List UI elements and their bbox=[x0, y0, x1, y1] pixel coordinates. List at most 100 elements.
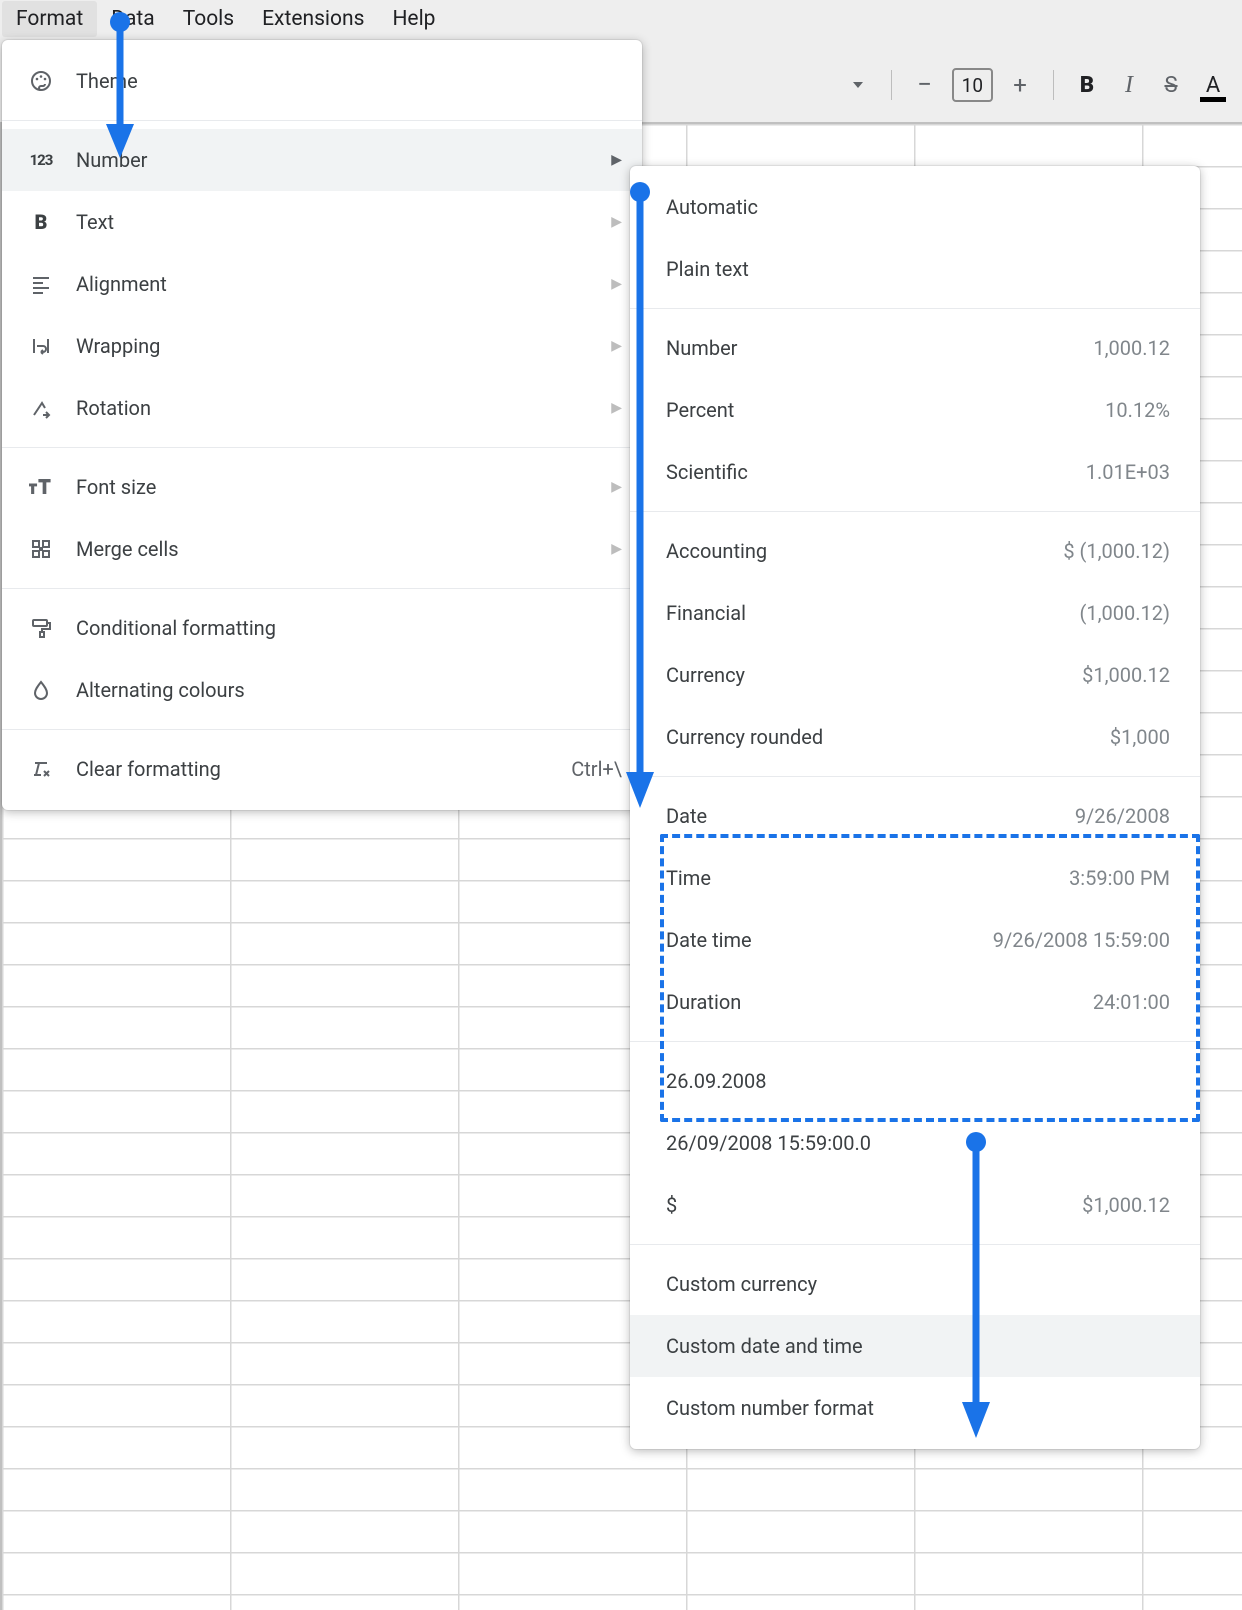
menu-example: $1,000.12 bbox=[1082, 663, 1170, 687]
menu-example: $1,000 bbox=[1110, 725, 1170, 749]
number-accounting[interactable]: Accounting $ (1,000.12) bbox=[630, 520, 1200, 582]
menu-label: Automatic bbox=[666, 195, 1170, 219]
submenu-arrow-icon: ▶ bbox=[611, 276, 622, 292]
menu-label: Number bbox=[666, 336, 1093, 360]
submenu-arrow-icon: ▶ bbox=[611, 541, 622, 557]
number-scientific[interactable]: Scientific 1.01E+03 bbox=[630, 441, 1200, 503]
menu-text[interactable]: B Text ▶ bbox=[2, 191, 642, 253]
menu-example: (1,000.12) bbox=[1080, 601, 1170, 625]
number-financial[interactable]: Financial (1,000.12) bbox=[630, 582, 1200, 644]
menu-example: 9/26/2008 bbox=[1075, 804, 1170, 828]
menubar-tools[interactable]: Tools bbox=[169, 1, 248, 37]
menu-example: 1,000.12 bbox=[1093, 336, 1170, 360]
toolbar-separator bbox=[891, 70, 892, 100]
rotation-icon bbox=[26, 393, 56, 423]
font-size-increase-icon[interactable]: + bbox=[1001, 66, 1039, 104]
font-size-input[interactable]: 10 bbox=[952, 68, 993, 102]
menu-separator bbox=[630, 308, 1200, 309]
number-custom-currency[interactable]: Custom currency bbox=[630, 1253, 1200, 1315]
menu-label: Financial bbox=[666, 601, 1080, 625]
menu-number[interactable]: 123 Number ▶ bbox=[2, 129, 642, 191]
menu-label: Date bbox=[666, 804, 1075, 828]
menubar-format[interactable]: Format bbox=[2, 1, 97, 37]
italic-icon[interactable]: I bbox=[1110, 66, 1148, 104]
number-date[interactable]: Date 9/26/2008 bbox=[630, 785, 1200, 847]
menu-separator bbox=[2, 447, 642, 448]
number-currency[interactable]: Currency $1,000.12 bbox=[630, 644, 1200, 706]
number-custom-date-time[interactable]: Custom date and time bbox=[630, 1315, 1200, 1377]
toolbar: − 10 + B I S A bbox=[839, 54, 1242, 116]
number-time[interactable]: Time 3:59:00 PM bbox=[630, 847, 1200, 909]
clear-format-icon bbox=[26, 754, 56, 784]
svg-text:T: T bbox=[29, 482, 37, 496]
menu-label: Custom currency bbox=[666, 1272, 1170, 1296]
menu-label: Text bbox=[76, 210, 571, 234]
menu-label: Font size bbox=[76, 475, 571, 499]
menu-separator bbox=[2, 120, 642, 121]
number-percent[interactable]: Percent 10.12% bbox=[630, 379, 1200, 441]
menu-label: Plain text bbox=[666, 257, 1170, 281]
toolbar-separator bbox=[1053, 70, 1054, 100]
menu-separator bbox=[630, 776, 1200, 777]
bold-b-icon: B bbox=[26, 207, 56, 237]
menu-example: 10.12% bbox=[1105, 398, 1170, 422]
menu-label: Time bbox=[666, 866, 1069, 890]
merge-cells-icon bbox=[26, 534, 56, 564]
palette-icon bbox=[26, 66, 56, 96]
menubar-data[interactable]: Data bbox=[97, 1, 169, 37]
menu-label: Merge cells bbox=[76, 537, 571, 561]
menu-alignment[interactable]: Alignment ▶ bbox=[2, 253, 642, 315]
menu-label: Custom number format bbox=[666, 1396, 1170, 1420]
font-size-decrease-icon[interactable]: − bbox=[906, 66, 944, 104]
menu-label: Conditional formatting bbox=[76, 616, 622, 640]
droplet-icon bbox=[26, 675, 56, 705]
menu-separator bbox=[2, 588, 642, 589]
menu-clear-formatting[interactable]: Clear formatting Ctrl+\ bbox=[2, 738, 642, 800]
number-recent-3[interactable]: $ $1,000.12 bbox=[630, 1174, 1200, 1236]
number-recent-2[interactable]: 26/09/2008 15:59:00.0 bbox=[630, 1112, 1200, 1174]
menu-conditional-formatting[interactable]: Conditional formatting bbox=[2, 597, 642, 659]
menu-label: 26.09.2008 bbox=[666, 1069, 1170, 1093]
menu-label: Duration bbox=[666, 990, 1093, 1014]
menu-wrapping[interactable]: Wrapping ▶ bbox=[2, 315, 642, 377]
menu-example: 1.01E+03 bbox=[1086, 460, 1170, 484]
menu-label: Currency bbox=[666, 663, 1082, 687]
menu-example: 24:01:00 bbox=[1093, 990, 1170, 1014]
menu-separator bbox=[630, 511, 1200, 512]
number-duration[interactable]: Duration 24:01:00 bbox=[630, 971, 1200, 1033]
menu-theme[interactable]: Theme bbox=[2, 50, 642, 112]
format-menu: Theme 123 Number ▶ B Text ▶ Alignment ▶ … bbox=[2, 40, 642, 810]
menu-label: Custom date and time bbox=[666, 1334, 1170, 1358]
menu-merge-cells[interactable]: Merge cells ▶ bbox=[2, 518, 642, 580]
align-left-icon bbox=[26, 269, 56, 299]
menu-separator bbox=[2, 729, 642, 730]
strikethrough-icon[interactable]: S bbox=[1152, 66, 1190, 104]
menu-rotation[interactable]: Rotation ▶ bbox=[2, 377, 642, 439]
submenu-arrow-icon: ▶ bbox=[611, 400, 622, 416]
menubar-extensions[interactable]: Extensions bbox=[248, 1, 378, 37]
menu-label: Scientific bbox=[666, 460, 1086, 484]
menu-font-size[interactable]: TT Font size ▶ bbox=[2, 456, 642, 518]
menu-label: Percent bbox=[666, 398, 1105, 422]
number-currency-rounded[interactable]: Currency rounded $1,000 bbox=[630, 706, 1200, 768]
menubar-help[interactable]: Help bbox=[378, 1, 449, 37]
menu-label: Rotation bbox=[76, 396, 571, 420]
menu-label: Wrapping bbox=[76, 334, 571, 358]
number-date-time[interactable]: Date time 9/26/2008 15:59:00 bbox=[630, 909, 1200, 971]
bold-icon[interactable]: B bbox=[1068, 66, 1106, 104]
number-recent-1[interactable]: 26.09.2008 bbox=[630, 1050, 1200, 1112]
number-automatic[interactable]: Automatic bbox=[630, 176, 1200, 238]
menu-alternating-colours[interactable]: Alternating colours bbox=[2, 659, 642, 721]
number-plain-text[interactable]: Plain text bbox=[630, 238, 1200, 300]
number-123-icon: 123 bbox=[26, 145, 56, 175]
submenu-arrow-icon: ▶ bbox=[611, 338, 622, 354]
number-custom-number-format[interactable]: Custom number format bbox=[630, 1377, 1200, 1439]
svg-text:T: T bbox=[39, 477, 50, 497]
toolbar-dropdown-icon[interactable] bbox=[839, 66, 877, 104]
menu-label: 26/09/2008 15:59:00.0 bbox=[666, 1131, 1170, 1155]
number-number[interactable]: Number 1,000.12 bbox=[630, 317, 1200, 379]
text-color-icon[interactable]: A bbox=[1194, 66, 1232, 104]
menu-example: 9/26/2008 15:59:00 bbox=[993, 928, 1170, 952]
menu-separator bbox=[630, 1244, 1200, 1245]
wrap-text-icon bbox=[26, 331, 56, 361]
